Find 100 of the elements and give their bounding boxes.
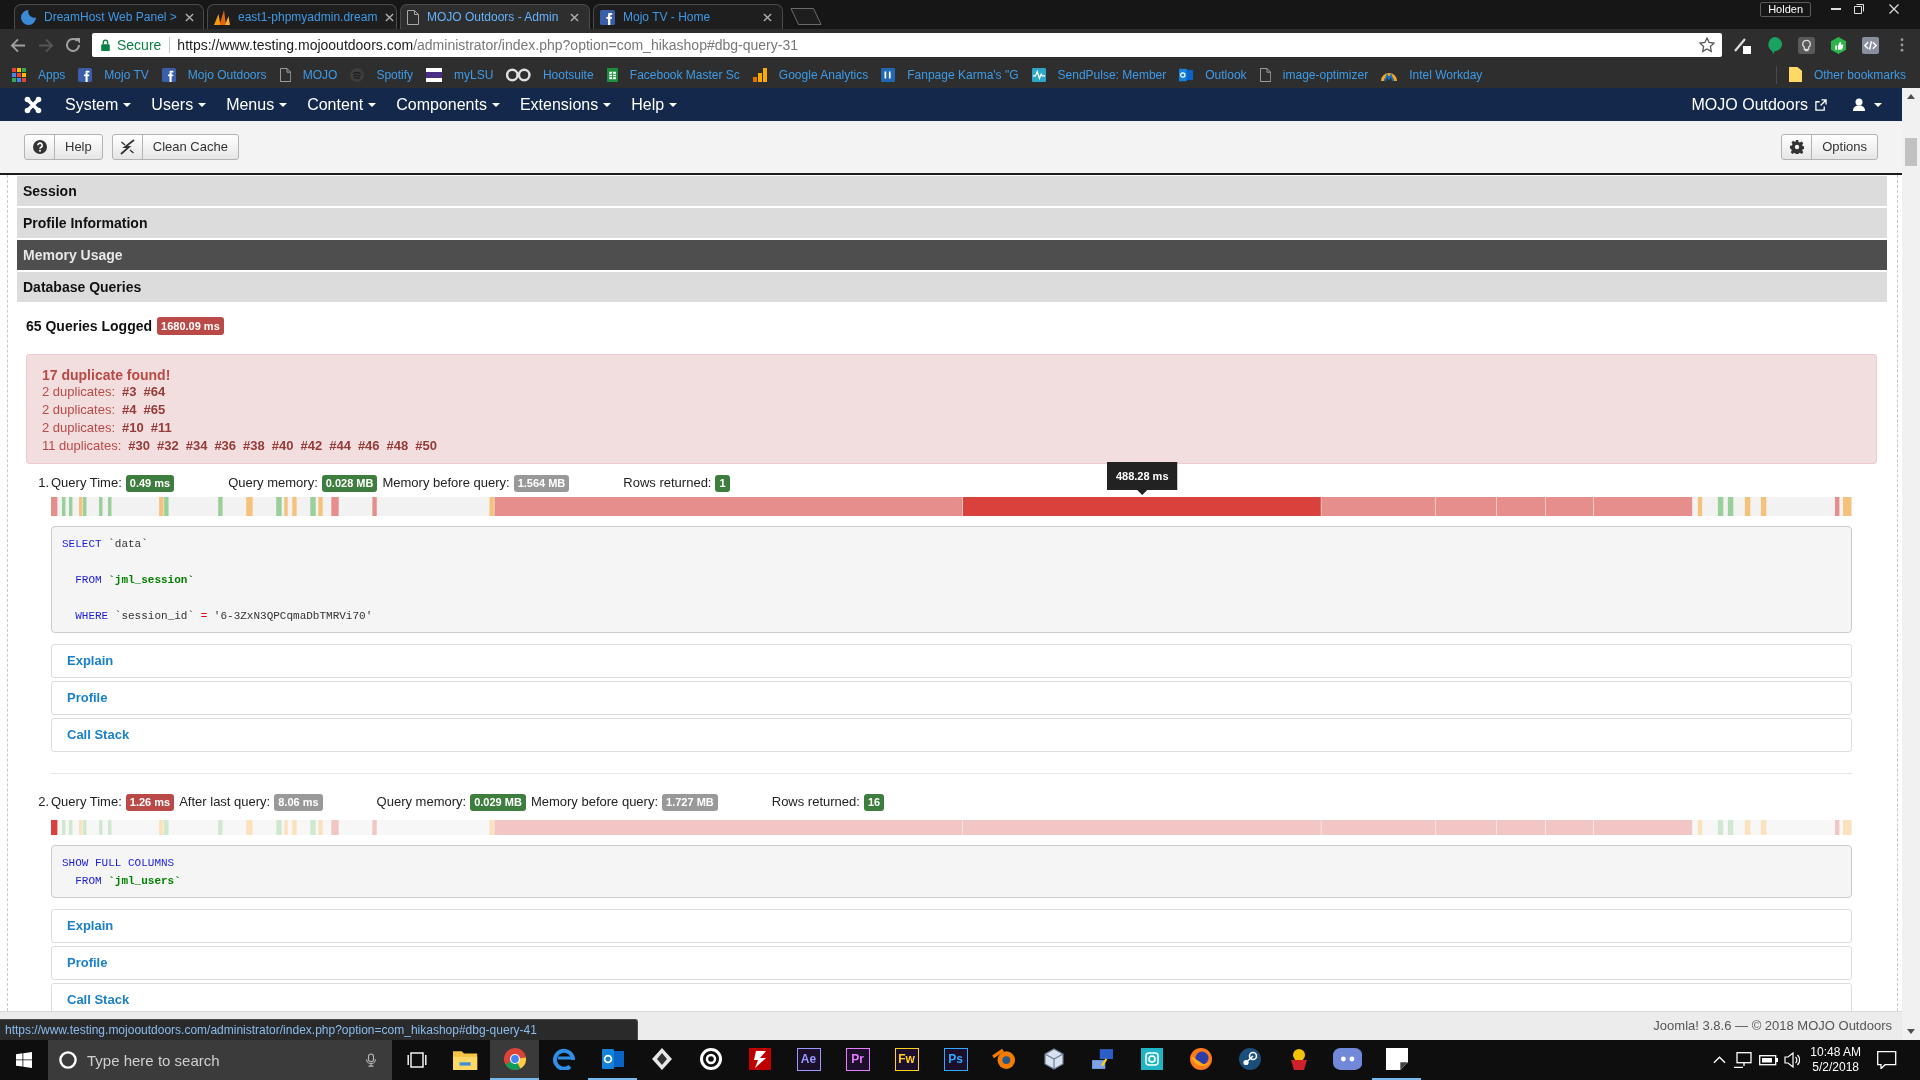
section-header[interactable]: Profile Information (17, 208, 1887, 238)
panel-toggle-link[interactable]: Call Stack (67, 990, 130, 1010)
query-link[interactable]: #46 (357, 436, 380, 456)
bookmark[interactable]: Mojo TV (78, 65, 149, 84)
bookmark[interactable]: Hootsuite (506, 65, 594, 84)
browser-tab[interactable]: DreamHost Web Panel > (14, 4, 204, 29)
close-icon[interactable] (184, 12, 194, 22)
section-header[interactable]: Database Queries (17, 272, 1887, 302)
panel-toggle-link[interactable]: Call Stack (67, 725, 130, 745)
close-icon[interactable] (385, 12, 395, 22)
bookmark[interactable]: Spotify (350, 65, 414, 84)
bookmark-folder[interactable]: Other bookmarks (1788, 65, 1906, 84)
query-link[interactable]: #30 (128, 436, 150, 456)
bookmark[interactable]: myLSU (426, 65, 494, 84)
query-link[interactable]: #64 (143, 382, 166, 402)
section-header[interactable]: Memory Usage (17, 240, 1887, 270)
reload-icon[interactable] (65, 37, 81, 53)
caret-icon[interactable] (1874, 102, 1882, 107)
bookmark[interactable]: Mojo Outdoors (161, 65, 267, 84)
taskbar-search-bar[interactable]: Type here to search (48, 1040, 392, 1080)
app-logo-tile[interactable]: Ae (796, 1047, 821, 1071)
bookmark[interactable]: image-optimizer (1259, 65, 1369, 84)
query-link[interactable]: #40 (271, 436, 294, 456)
face-icon[interactable] (1332, 1048, 1363, 1070)
query-link[interactable]: #48 (386, 436, 409, 456)
logo-icon[interactable] (24, 95, 42, 114)
star-icon[interactable] (1699, 37, 1715, 53)
bookmark[interactable]: Intel Workday (1381, 65, 1483, 84)
panel-toggle-link[interactable]: Profile (67, 953, 108, 973)
diamond-icon[interactable] (651, 1048, 672, 1070)
globe-icon[interactable] (1189, 1048, 1212, 1070)
query-link[interactable]: #38 (243, 436, 265, 456)
site-link[interactable]: MOJO Outdoors (1691, 92, 1827, 117)
folder-icon[interactable] (453, 1048, 478, 1070)
section-header[interactable]: Session (17, 176, 1887, 206)
restore-icon[interactable] (1854, 4, 1864, 14)
bookmark[interactable]: Apps (12, 65, 66, 84)
menu-item[interactable]: Content (307, 92, 377, 117)
scroll-up-arrow-icon[interactable] (1907, 94, 1915, 99)
bookmark[interactable]: MOJO (279, 65, 338, 84)
menu-item[interactable]: Menus (226, 92, 288, 117)
profile-button[interactable]: Holden (1760, 2, 1811, 17)
panel-toggle-link[interactable]: Profile (67, 688, 108, 708)
query-link[interactable]: #11 (150, 418, 172, 438)
app-logo-tile[interactable]: Fw (894, 1047, 919, 1071)
orbit-icon[interactable] (992, 1048, 1017, 1070)
query-link[interactable]: #3 (122, 382, 137, 402)
start-icon[interactable] (16, 1052, 32, 1068)
query-link[interactable]: #50 (415, 436, 437, 456)
back-arrow-icon[interactable] (10, 37, 26, 53)
bookmark[interactable]: SendPulse: Member (1031, 65, 1167, 84)
swirl-icon[interactable] (552, 1048, 575, 1070)
battery-icon[interactable] (1759, 1052, 1779, 1068)
target-icon[interactable] (699, 1048, 722, 1070)
menu-item[interactable]: Users (151, 92, 207, 117)
lightbulb-icon[interactable] (1797, 36, 1815, 54)
chat-bubble-icon[interactable] (1766, 36, 1782, 54)
pen-icon[interactable] (1733, 36, 1751, 54)
query-link[interactable]: #34 (185, 436, 208, 456)
bookmark[interactable]: Fanpage Karma's "G (881, 65, 1019, 84)
query-link[interactable]: #4 (122, 400, 137, 420)
browser-tab[interactable]: MOJO Outdoors - Admin (400, 4, 590, 29)
thumbs-up-icon[interactable] (1829, 36, 1847, 54)
bookmark[interactable]: Outlook (1179, 65, 1247, 84)
options-button[interactable]: Options (1781, 134, 1878, 160)
close-icon[interactable] (763, 12, 772, 22)
notification-icon[interactable] (1877, 1051, 1897, 1069)
new-tab-button[interactable] (790, 8, 822, 25)
scrollbar-thumb[interactable] (1905, 138, 1917, 166)
address-bar[interactable]: Secure https://www.testing.mojooutdoors.com/administrator/index.php?option=com_hikashop#dbg-query-31 (92, 33, 1722, 57)
menu-item[interactable]: System (65, 92, 132, 117)
browser-tab[interactable]: Mojo TV - Home (593, 4, 783, 29)
query-link[interactable]: #10 (122, 418, 144, 438)
panel-toggle-link[interactable]: Explain (67, 916, 114, 936)
query-link[interactable]: #36 (214, 436, 237, 456)
app-logo-tile[interactable]: Pr (845, 1047, 870, 1071)
clean-cache-button[interactable]: Clean Cache (111, 134, 239, 160)
menu-item[interactable]: Components (396, 92, 500, 117)
network-icon[interactable] (1090, 1048, 1115, 1070)
chevron-up-icon[interactable] (1713, 1056, 1727, 1064)
menu-item[interactable]: Help (631, 92, 678, 117)
taskbar-app-button[interactable] (490, 1040, 539, 1080)
microphone-icon[interactable] (366, 1053, 376, 1067)
monitor-icon[interactable] (1734, 1052, 1753, 1068)
cube-icon[interactable] (1042, 1048, 1065, 1070)
query-link[interactable]: #42 (300, 436, 323, 456)
query-link[interactable]: #65 (143, 400, 166, 420)
query-link[interactable]: #44 (329, 436, 351, 456)
close-icon[interactable] (570, 12, 579, 22)
task-view-icon[interactable] (406, 1052, 427, 1068)
bookmark[interactable]: Facebook Master Sc (606, 65, 740, 84)
speaker-icon[interactable] (1784, 1052, 1801, 1068)
help-button[interactable]: Help (24, 134, 103, 160)
bolt-tile-icon[interactable] (748, 1048, 771, 1070)
bookmark[interactable]: Google Analytics (752, 65, 869, 84)
camera-tile-icon[interactable] (1140, 1048, 1163, 1070)
menu-item[interactable]: Extensions (519, 92, 612, 117)
scroll-down-arrow-icon[interactable] (1907, 1029, 1915, 1034)
round-logo-icon[interactable] (1238, 1048, 1261, 1070)
search-field[interactable]: Type here to search (87, 1045, 356, 1075)
